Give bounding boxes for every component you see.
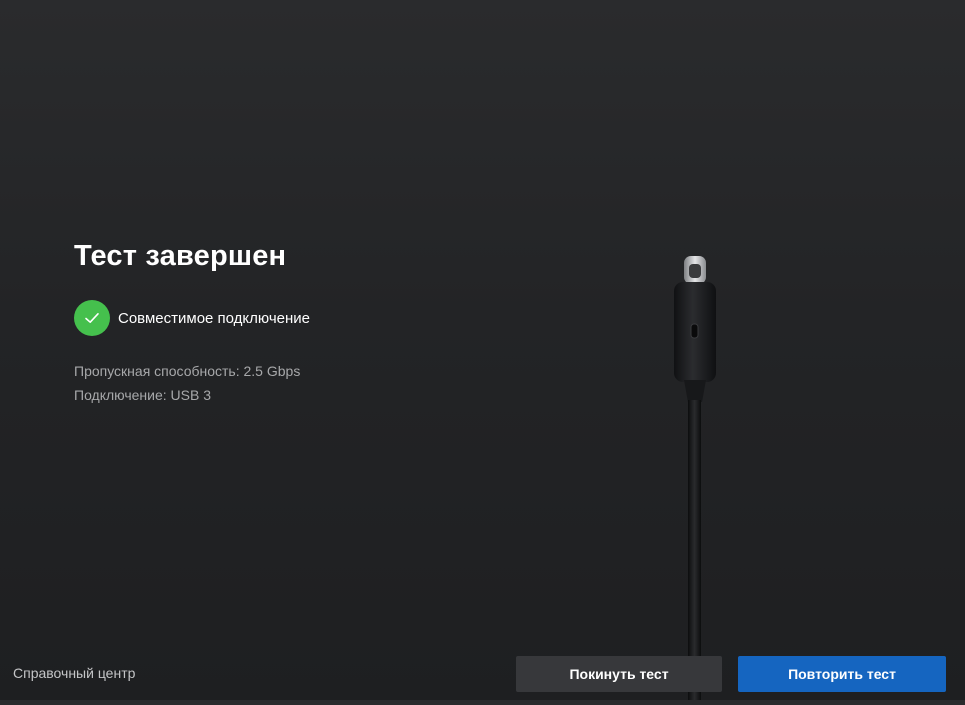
leave-test-button[interactable]: Покинуть тест [516,656,722,692]
page-title: Тест завершен [74,240,287,272]
connection-status: Совместимое подключение [74,300,310,336]
usb-c-cable-illustration [640,240,760,705]
status-text: Совместимое подключение [118,309,310,327]
bandwidth-info: Пропускная способность: 2.5 Gbps [74,363,301,379]
help-center-link[interactable]: Справочный центр [13,665,135,681]
retry-test-button[interactable]: Повторить тест [738,656,946,692]
checkmark-icon [74,300,110,336]
connection-info: Подключение: USB 3 [74,387,212,403]
